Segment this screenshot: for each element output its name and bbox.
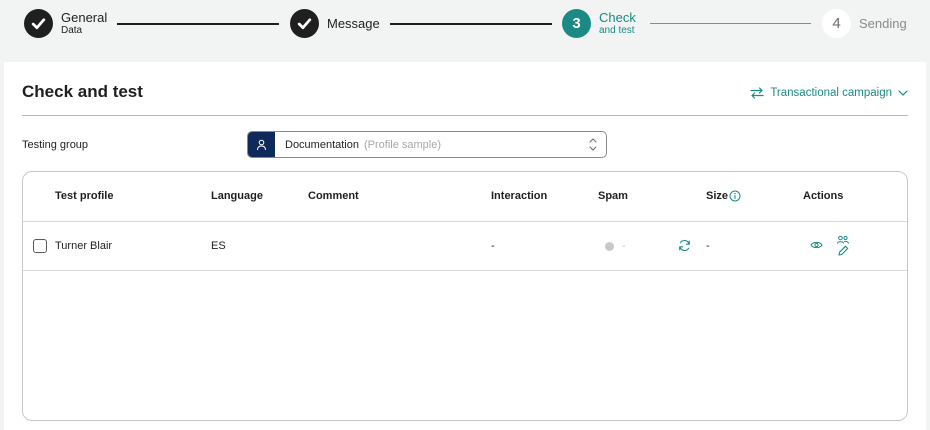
page-title: Check and test	[22, 82, 143, 101]
stepper: General Data Message 3 Check and test 4 …	[0, 0, 930, 48]
cell-profile: Turner Blair	[55, 240, 113, 252]
table-header: Test profile Language Comment Interactio…	[23, 172, 907, 222]
testing-group-hint: (Profile sample)	[364, 138, 442, 151]
step-connector	[390, 23, 552, 25]
info-icon[interactable]	[729, 190, 741, 202]
person-icon	[248, 132, 275, 157]
spam-status-dot	[605, 241, 614, 251]
cell-interaction: -	[491, 240, 495, 252]
up-down-chevron-icon	[589, 137, 597, 152]
step-general-data[interactable]: General Data	[24, 9, 107, 38]
step-sending[interactable]: 4 Sending	[822, 9, 907, 38]
column-size-label: Size	[706, 190, 729, 202]
step-number: 4	[822, 9, 851, 38]
chevron-down-icon	[898, 90, 908, 96]
step-check-and-test[interactable]: 3 Check and test	[562, 9, 636, 38]
cell-size: -	[706, 240, 710, 252]
refresh-icon[interactable]	[678, 239, 691, 252]
campaign-type-dropdown[interactable]: Transactional campaign	[750, 87, 908, 99]
step-subtitle: and test	[599, 24, 635, 36]
column-language: Language	[211, 190, 263, 202]
campaign-type-label: Transactional campaign	[770, 87, 892, 99]
test-profiles-table: Test profile Language Comment Interactio…	[22, 171, 908, 421]
cell-language: ES	[211, 240, 226, 252]
check-icon	[24, 9, 53, 38]
column-size: Size	[706, 190, 741, 202]
column-actions: Actions	[803, 190, 844, 202]
step-number: 3	[562, 9, 591, 38]
step-title: Check	[599, 9, 636, 25]
step-connector	[650, 23, 811, 24]
column-spam: Spam	[598, 190, 628, 202]
step-title: General	[61, 9, 108, 25]
column-comment: Comment	[308, 190, 359, 202]
testing-group-value: Documentation	[285, 138, 359, 151]
step-message[interactable]: Message	[290, 9, 380, 38]
testing-group-label: Testing group	[22, 139, 89, 151]
row-checkbox[interactable]	[33, 239, 47, 253]
step-subtitle: Data	[61, 24, 83, 36]
eye-icon[interactable]	[810, 240, 823, 250]
check-and-test-card: Check and test Transactional campaign Te…	[4, 62, 926, 430]
cell-spam-value: -	[622, 240, 626, 252]
step-connector	[117, 23, 279, 25]
divider	[22, 115, 908, 116]
table-row: Turner Blair ES - - -	[23, 222, 907, 271]
edit-users-icon[interactable]	[836, 235, 850, 257]
column-interaction: Interaction	[491, 190, 548, 202]
cell-spam: -	[605, 240, 626, 252]
step-title: Sending	[859, 16, 907, 31]
check-icon	[290, 9, 319, 38]
testing-group-select[interactable]: Documentation (Profile sample)	[247, 131, 607, 158]
swap-arrows-icon	[750, 87, 764, 99]
column-test-profile: Test profile	[55, 190, 114, 202]
step-title: Message	[327, 16, 380, 31]
